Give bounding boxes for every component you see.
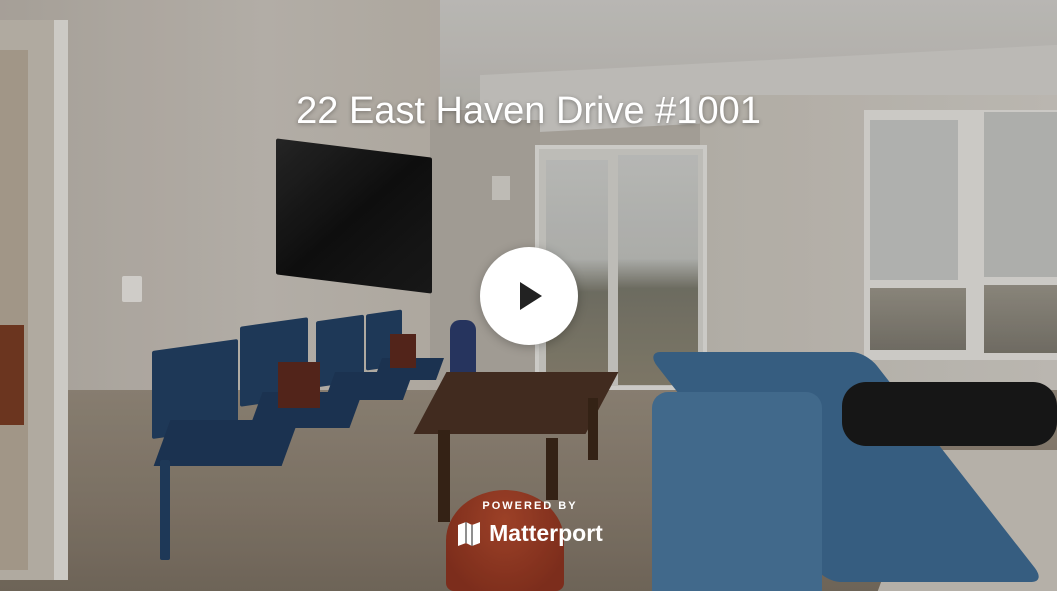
matterport-wordmark: Matterport (489, 520, 603, 546)
tour-title: 22 East Haven Drive #1001 (296, 90, 761, 132)
matterport-logo: Matterport (457, 520, 603, 547)
powered-by-label: POWERED BY (482, 500, 578, 512)
matterport-logo-icon (458, 521, 481, 546)
powered-by-matterport[interactable]: POWERED BY Matterport (430, 500, 630, 552)
play-icon (520, 282, 542, 310)
play-button[interactable] (480, 247, 578, 345)
